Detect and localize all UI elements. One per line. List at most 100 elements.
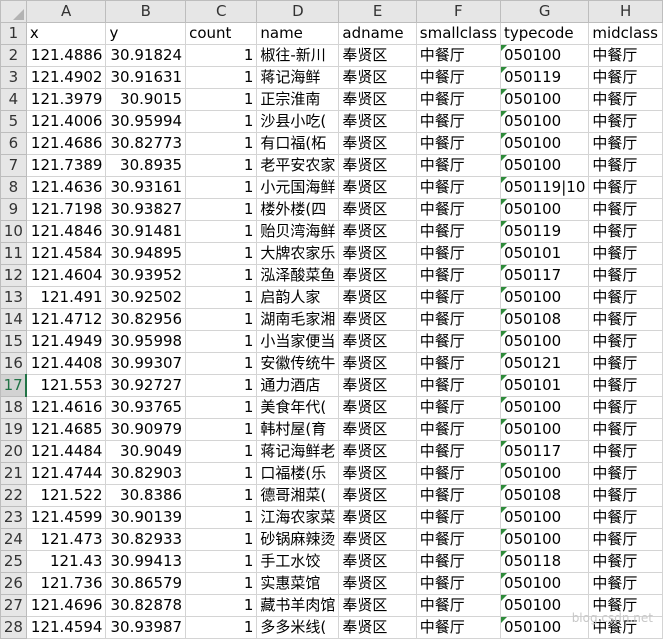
cell-count[interactable]: 1 <box>185 220 258 243</box>
cell-name[interactable]: 砂锅麻辣烫 <box>256 528 340 551</box>
cell-adname[interactable]: 奉贤区 <box>338 594 417 617</box>
cell-smallclass[interactable]: 中餐厅 <box>415 440 501 463</box>
row-header[interactable]: 8 <box>0 176 27 199</box>
cell-smallclass[interactable]: 中餐厅 <box>415 374 501 397</box>
cell-smallclass[interactable]: 中餐厅 <box>415 176 501 199</box>
cell-adname[interactable]: 奉贤区 <box>338 572 417 595</box>
cell-typecode[interactable]: 050100 <box>499 396 590 419</box>
column-header-H[interactable]: H <box>588 0 663 23</box>
cell-adname[interactable]: 奉贤区 <box>338 44 417 67</box>
cell-midclass[interactable]: 中餐厅 <box>588 330 663 353</box>
cell-count[interactable]: 1 <box>185 242 258 265</box>
cell-smallclass[interactable]: 中餐厅 <box>415 66 501 89</box>
cell-y[interactable]: 30.91631 <box>105 66 187 89</box>
cell-adname[interactable]: 奉贤区 <box>338 286 417 309</box>
cell-x[interactable]: 121.522 <box>25 484 107 507</box>
cell-header-typecode[interactable]: typecode <box>499 22 590 45</box>
cell-x[interactable]: 121.491 <box>25 286 107 309</box>
cell-name[interactable]: 手工水饺 <box>256 550 340 573</box>
cell-y[interactable]: 30.8935 <box>105 154 187 177</box>
cell-adname[interactable]: 奉贤区 <box>338 352 417 375</box>
cell-midclass[interactable]: 中餐厅 <box>588 66 663 89</box>
row-header[interactable]: 14 <box>0 308 27 331</box>
cell-typecode[interactable]: 050119 <box>499 66 590 89</box>
cell-y[interactable]: 30.9015 <box>105 88 187 111</box>
cell-typecode[interactable]: 050119|10 <box>499 176 590 199</box>
cell-name[interactable]: 有口福(柘 <box>256 132 340 155</box>
cell-name[interactable]: 沙县小吃( <box>256 110 340 133</box>
cell-x[interactable]: 121.4616 <box>25 396 107 419</box>
cell-smallclass[interactable]: 中餐厅 <box>415 330 501 353</box>
cell-y[interactable]: 30.94895 <box>105 242 187 265</box>
cell-typecode[interactable]: 050108 <box>499 308 590 331</box>
cell-count[interactable]: 1 <box>185 440 258 463</box>
cell-adname[interactable]: 奉贤区 <box>338 506 417 529</box>
cell-count[interactable]: 1 <box>185 528 258 551</box>
cell-adname[interactable]: 奉贤区 <box>338 374 417 397</box>
cell-x[interactable]: 121.473 <box>25 528 107 551</box>
cell-header-name[interactable]: name <box>256 22 340 45</box>
cell-adname[interactable]: 奉贤区 <box>338 220 417 243</box>
cell-typecode[interactable]: 050101 <box>499 374 590 397</box>
cell-adname[interactable]: 奉贤区 <box>338 396 417 419</box>
cell-typecode[interactable]: 050100 <box>499 198 590 221</box>
cell-count[interactable]: 1 <box>185 66 258 89</box>
cell-x[interactable]: 121.4594 <box>25 616 107 639</box>
cell-typecode[interactable]: 050119 <box>499 220 590 243</box>
cell-name[interactable]: 通力酒店 <box>256 374 340 397</box>
cell-count[interactable]: 1 <box>185 308 258 331</box>
cell-header-x[interactable]: x <box>25 22 107 45</box>
cell-count[interactable]: 1 <box>185 286 258 309</box>
cell-y[interactable]: 30.82773 <box>105 132 187 155</box>
cell-name[interactable]: 泓泽酸菜鱼 <box>256 264 340 287</box>
cell-typecode[interactable]: 050117 <box>499 264 590 287</box>
cell-midclass[interactable]: 中餐厅 <box>588 176 663 199</box>
cell-adname[interactable]: 奉贤区 <box>338 484 417 507</box>
cell-typecode[interactable]: 050100 <box>499 286 590 309</box>
cell-typecode[interactable]: 050121 <box>499 352 590 375</box>
cell-midclass[interactable]: 中餐厅 <box>588 506 663 529</box>
cell-typecode[interactable]: 050100 <box>499 462 590 485</box>
cell-smallclass[interactable]: 中餐厅 <box>415 308 501 331</box>
cell-smallclass[interactable]: 中餐厅 <box>415 242 501 265</box>
cell-smallclass[interactable]: 中餐厅 <box>415 550 501 573</box>
cell-smallclass[interactable]: 中餐厅 <box>415 528 501 551</box>
select-all-corner[interactable] <box>0 0 27 23</box>
cell-name[interactable]: 小当家便当 <box>256 330 340 353</box>
cell-midclass[interactable]: 中餐厅 <box>588 572 663 595</box>
row-header[interactable]: 26 <box>0 572 27 595</box>
row-header[interactable]: 23 <box>0 506 27 529</box>
cell-adname[interactable]: 奉贤区 <box>338 154 417 177</box>
row-header[interactable]: 11 <box>0 242 27 265</box>
cell-adname[interactable]: 奉贤区 <box>338 550 417 573</box>
row-header[interactable]: 3 <box>0 66 27 89</box>
cell-y[interactable]: 30.91824 <box>105 44 187 67</box>
cell-name[interactable]: 安徽传统牛 <box>256 352 340 375</box>
cell-adname[interactable]: 奉贤区 <box>338 418 417 441</box>
row-header[interactable]: 25 <box>0 550 27 573</box>
cell-smallclass[interactable]: 中餐厅 <box>415 198 501 221</box>
cell-count[interactable]: 1 <box>185 132 258 155</box>
cell-midclass[interactable]: 中餐厅 <box>588 440 663 463</box>
cell-count[interactable]: 1 <box>185 264 258 287</box>
cell-smallclass[interactable]: 中餐厅 <box>415 572 501 595</box>
cell-smallclass[interactable]: 中餐厅 <box>415 418 501 441</box>
row-header[interactable]: 22 <box>0 484 27 507</box>
cell-smallclass[interactable]: 中餐厅 <box>415 264 501 287</box>
cell-count[interactable]: 1 <box>185 506 258 529</box>
cell-x[interactable]: 121.4949 <box>25 330 107 353</box>
cell-y[interactable]: 30.93952 <box>105 264 187 287</box>
cell-count[interactable]: 1 <box>185 198 258 221</box>
cell-y[interactable]: 30.90139 <box>105 506 187 529</box>
row-header[interactable]: 6 <box>0 132 27 155</box>
cell-midclass[interactable]: 中餐厅 <box>588 396 663 419</box>
cell-smallclass[interactable]: 中餐厅 <box>415 154 501 177</box>
cell-smallclass[interactable]: 中餐厅 <box>415 352 501 375</box>
cell-typecode[interactable]: 050100 <box>499 110 590 133</box>
cell-smallclass[interactable]: 中餐厅 <box>415 286 501 309</box>
cell-smallclass[interactable]: 中餐厅 <box>415 132 501 155</box>
cell-count[interactable]: 1 <box>185 374 258 397</box>
cell-typecode[interactable]: 050100 <box>499 132 590 155</box>
cell-header-midclass[interactable]: midclass <box>588 22 663 45</box>
cell-typecode[interactable]: 050100 <box>499 44 590 67</box>
